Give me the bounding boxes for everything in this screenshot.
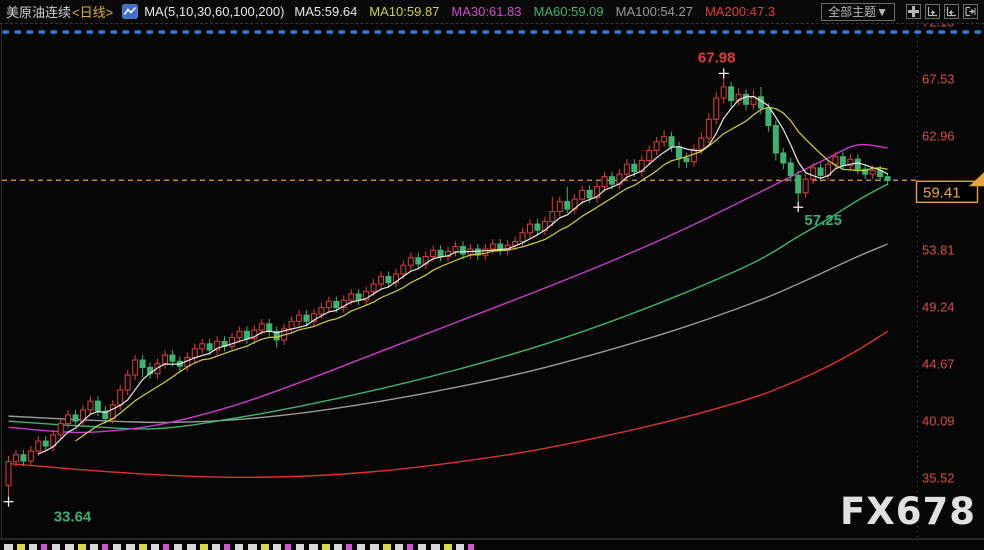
ma-formula: MA(5,10,30,60,100,200) — [144, 4, 285, 19]
axis-label: 53.81 — [922, 243, 955, 258]
axis-label: 67.53 — [922, 72, 955, 87]
expand-x-axis-icon[interactable] — [944, 4, 959, 19]
collapse-panel-glyph — [965, 6, 976, 17]
price-axis: 72.1067.5362.9653.8149.2444.6740.0935.52 — [922, 15, 955, 486]
slow-ma-lines — [8, 143, 888, 479]
ma-line-ma100 — [8, 243, 888, 424]
axis-label: 40.09 — [922, 414, 955, 429]
axis-label: 44.67 — [922, 357, 955, 372]
ma-value: MA200:47.3 — [704, 4, 776, 19]
watermark: FX678 — [839, 490, 976, 533]
period-label[interactable]: <日线> — [72, 2, 113, 21]
price-annotation: 33.64 — [54, 509, 92, 526]
chart-frame — [0, 24, 984, 539]
ma-line-ma200 — [8, 330, 888, 479]
ma-value: MA10:59.87 — [369, 4, 440, 19]
compress-axis-glyph — [927, 7, 937, 17]
collapse-panel-icon[interactable] — [963, 4, 978, 19]
expand-axis-glyph — [946, 7, 956, 17]
clipped-indicator-row — [4, 544, 474, 550]
price-annotation: 57.25 — [804, 212, 842, 229]
theme-dropdown-button[interactable]: 全部主题▼ — [821, 2, 895, 21]
panel-divider — [0, 539, 984, 540]
ma-value: MA5:59.64 — [294, 4, 358, 19]
chart-type-icon[interactable] — [122, 4, 139, 19]
axis-label: 35.52 — [922, 471, 955, 486]
fast-ma-lines — [38, 95, 888, 455]
line-chart-glyph — [122, 4, 139, 19]
candlestick-chart[interactable]: 67.9857.2533.6472.1067.5362.9653.8149.24… — [0, 0, 984, 550]
pan-crosshair-icon[interactable] — [906, 4, 921, 19]
toolbar: 美原油连续 <日线> MA(5,10,30,60,100,200) MA5:59… — [0, 0, 984, 24]
ma-value: MA60:59.09 — [533, 4, 604, 19]
ma-line-ma10 — [75, 106, 888, 442]
toolbar-right-controls: 全部主题▼ — [821, 2, 978, 21]
last-price-value: 59.41 — [923, 184, 961, 201]
price-annotation: 67.98 — [698, 49, 736, 66]
axis-label: 49.24 — [922, 300, 955, 315]
crosshair-glyph — [908, 6, 919, 17]
ma-value: MA100:54.27 — [615, 4, 693, 19]
candles-layer — [5, 73, 891, 502]
ma-value: MA30:61.83 — [451, 4, 522, 19]
ma-line-ma5 — [38, 95, 888, 455]
axis-label: 62.96 — [922, 129, 955, 144]
ma-line-ma60 — [8, 183, 888, 430]
compress-x-axis-icon[interactable] — [925, 4, 940, 19]
ma-values-group: MA5:59.64 MA10:59.87 MA30:61.83 MA60:59.09 M… — [294, 4, 775, 19]
symbol-title[interactable]: 美原油连续 — [6, 2, 71, 21]
last-price-tag: 59.41 — [915, 172, 984, 203]
